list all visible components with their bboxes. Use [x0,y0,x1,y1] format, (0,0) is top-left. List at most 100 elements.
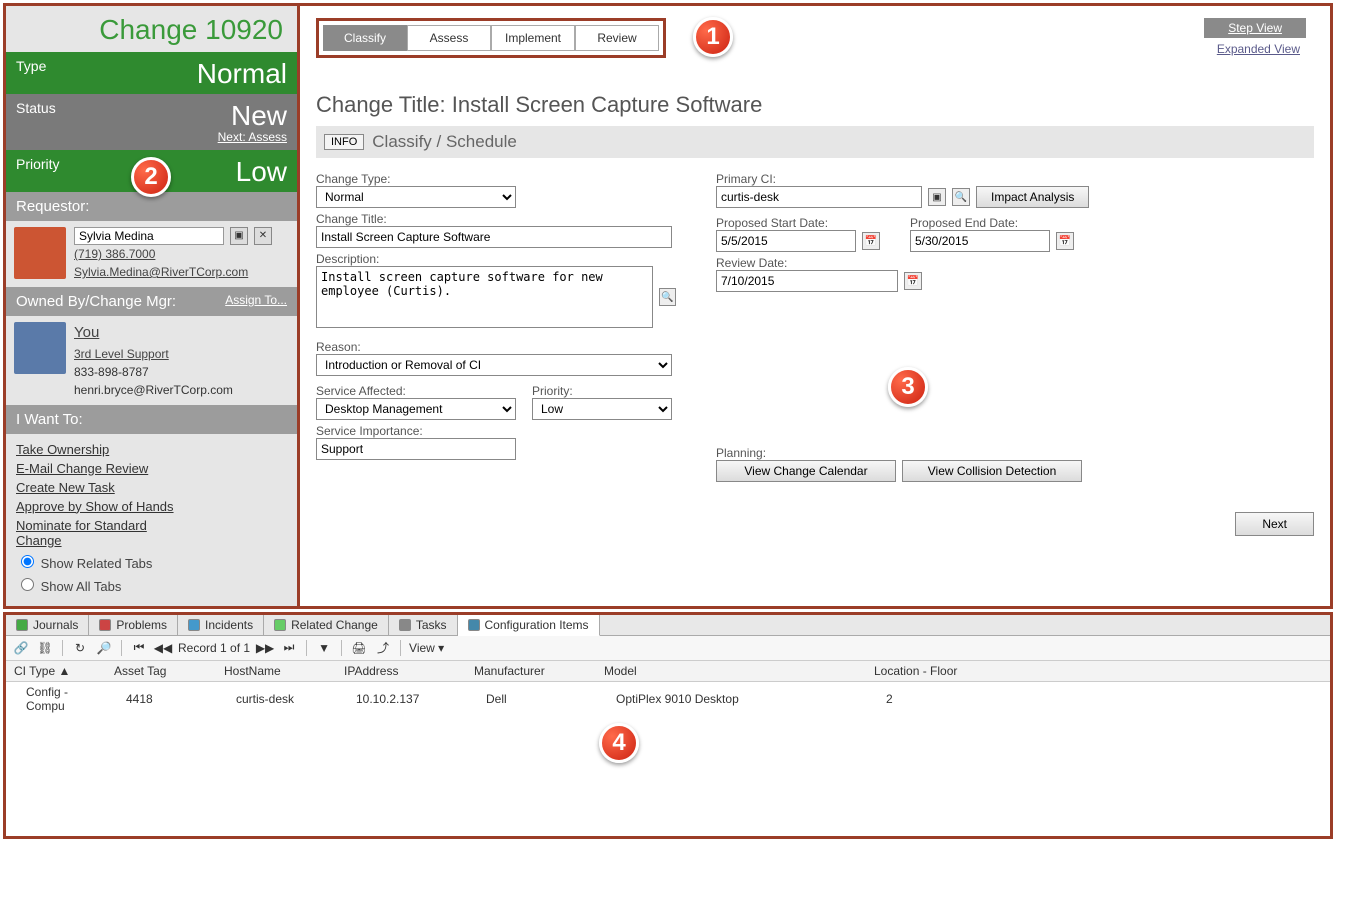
tab-tasks[interactable]: Tasks [389,615,458,635]
primary-ci-label: Primary CI: [716,172,1314,186]
related-records-panel: Journals Problems Incidents Related Chan… [3,612,1333,839]
zoom-icon[interactable]: 🔍 [659,288,676,306]
requestor-name-input[interactable] [74,227,224,245]
unlink-icon[interactable]: ⛓ [36,639,54,657]
owner-heading-text: Owned By/Change Mgr: [16,293,176,310]
left-sidebar: Change 10920 Type Normal Status New Next… [6,6,300,606]
show-all-radio[interactable] [21,578,34,591]
review-date-label: Review Date: [716,256,1314,270]
next-button[interactable]: Next [1235,512,1314,536]
service-importance-input[interactable] [316,438,516,460]
refresh-icon[interactable]: ↻ [71,639,89,657]
col-model[interactable]: Model [596,661,866,682]
last-page-icon[interactable]: ⏭ [280,639,298,657]
calendar-icon[interactable]: 📅 [862,232,880,250]
related-tabs: Journals Problems Incidents Related Chan… [6,615,1330,636]
tab-related-change[interactable]: Related Change [264,615,389,635]
proposed-end-input[interactable] [910,230,1050,252]
proposed-start-input[interactable] [716,230,856,252]
description-textarea[interactable]: Install screen capture software for new … [316,266,653,328]
journals-icon [16,619,28,631]
col-manufacturer[interactable]: Manufacturer [466,661,596,682]
change-title-input[interactable] [316,226,672,248]
change-type-select[interactable]: Normal [316,186,516,208]
show-related-option[interactable]: Show Related Tabs [16,552,152,571]
print-icon[interactable]: 🖨 [350,639,368,657]
show-related-radio[interactable] [21,555,34,568]
callout-badge-1: 1 [693,17,733,57]
callout-badge-3: 3 [888,367,928,407]
link-icon[interactable]: 🔗 [12,639,30,657]
reason-select[interactable]: Introduction or Removal of CI [316,354,672,376]
problems-icon [99,619,111,631]
search-icon[interactable]: 🔎 [95,639,113,657]
expanded-view-link[interactable]: Expanded View [1204,42,1306,56]
first-page-icon[interactable]: ⏮ [130,639,148,657]
show-all-option[interactable]: Show All Tabs [16,575,152,594]
owner-name-link[interactable]: You [74,324,99,341]
tab-classify[interactable]: Classify [323,25,407,51]
main-pane: Classify Assess Implement Review Step Vi… [300,6,1330,606]
tab-journals[interactable]: Journals [6,615,89,635]
owner-heading: Owned By/Change Mgr: Assign To... [6,287,297,316]
change-number-title: Change 10920 [6,6,297,52]
prev-page-icon[interactable]: ◀◀ [154,639,172,657]
status-next-link[interactable]: Next: Assess [16,130,287,144]
requestor-phone-link[interactable]: (719) 386.7000 [74,247,155,261]
step-tabs-container: Classify Assess Implement Review [316,18,666,58]
link-take-ownership[interactable]: Take Ownership [16,442,181,457]
owner-phone: 833-898-8787 [74,365,149,379]
ci-lookup-icon[interactable]: ▣ [928,188,946,206]
assign-to-link[interactable]: Assign To... [225,293,287,307]
view-collision-button[interactable]: View Collision Detection [902,460,1082,482]
priority-field-label: Priority: [532,384,672,398]
export-icon[interactable]: ⤴ [374,639,392,657]
summary-type: Type Normal [6,52,297,94]
service-affected-select[interactable]: Desktop Management [316,398,516,420]
impact-analysis-button[interactable]: Impact Analysis [976,186,1089,208]
tab-assess[interactable]: Assess [407,25,491,51]
link-create-task[interactable]: Create New Task [16,480,181,495]
primary-ci-input[interactable] [716,186,922,208]
filter-icon[interactable]: ▼ [315,639,333,657]
tab-incidents[interactable]: Incidents [178,615,264,635]
tab-implement[interactable]: Implement [491,25,575,51]
service-affected-label: Service Affected: [316,384,516,398]
link-email-review[interactable]: E-Mail Change Review [16,461,181,476]
review-date-input[interactable] [716,270,898,292]
view-links: Step View Expanded View [1204,18,1306,56]
next-page-icon[interactable]: ▶▶ [256,639,274,657]
iwant-links-col: Take Ownership E-Mail Change Review Crea… [16,442,181,552]
ci-search-icon[interactable]: 🔍 [952,188,970,206]
col-hostname[interactable]: HostName [216,661,336,682]
clear-icon[interactable]: ✕ [254,227,272,245]
view-calendar-button[interactable]: View Change Calendar [716,460,896,482]
link-nominate-std[interactable]: Nominate for Standard Change [16,518,181,548]
calendar-icon[interactable]: 📅 [1056,232,1074,250]
grid-toolbar: 🔗 ⛓ ↻ 🔎 ⏮ ◀◀ Record 1 of 1 ▶▶ ⏭ ▼ 🖨 ⤴ Vi… [6,636,1330,661]
summary-status: Status New Next: Assess [6,94,297,150]
owner-email: henri.bryce@RiverTCorp.com [74,383,233,397]
col-ci-type[interactable]: CI Type ▲ [6,661,106,682]
col-location[interactable]: Location - Floor [866,661,1330,682]
step-view-button[interactable]: Step View [1204,18,1306,38]
tab-review[interactable]: Review [575,25,659,51]
owner-card: You 3rd Level Support 833-898-8787 henri… [6,316,297,405]
tab-configuration-items[interactable]: Configuration Items [458,615,600,636]
table-row[interactable]: Config - Compu 4418 curtis-desk 10.10.2.… [6,681,1330,716]
ci-icon [468,619,480,631]
priority-select[interactable]: Low [532,398,672,420]
calendar-icon[interactable]: 📅 [904,272,922,290]
view-menu[interactable]: View ▾ [409,641,444,655]
info-button[interactable]: INFO [324,134,364,150]
tab-problems[interactable]: Problems [89,615,178,635]
col-asset-tag[interactable]: Asset Tag [106,661,216,682]
tasks-icon [399,619,411,631]
col-ipaddress[interactable]: IPAddress [336,661,466,682]
owner-team-link[interactable]: 3rd Level Support [74,347,169,361]
incidents-icon [188,619,200,631]
proposed-end-label: Proposed End Date: [910,216,1074,230]
requestor-email-link[interactable]: Sylvia.Medina@RiverTCorp.com [74,265,248,279]
link-approve-hands[interactable]: Approve by Show of Hands [16,499,181,514]
lookup-icon[interactable]: ▣ [230,227,248,245]
